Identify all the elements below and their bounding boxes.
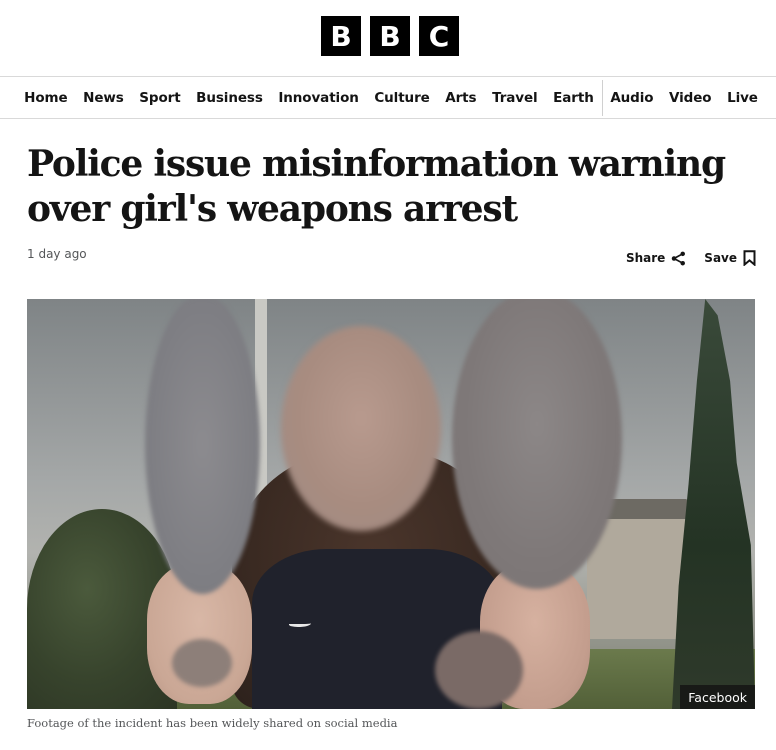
save-label: Save — [704, 251, 737, 265]
article-actions: Share Save — [626, 250, 756, 266]
nav-culture[interactable]: Culture — [367, 90, 438, 106]
nav-video[interactable]: Video — [661, 90, 719, 106]
article-headline: Police issue misinformation warning over… — [27, 143, 726, 230]
nav-news[interactable]: News — [75, 90, 131, 106]
nav-travel[interactable]: Travel — [484, 90, 545, 106]
bbc-logo[interactable]: B B C — [321, 16, 459, 56]
nav-business[interactable]: Business — [188, 90, 270, 106]
main-nav: Home News Sport Business Innovation Cult… — [0, 76, 776, 119]
logo-letter-b2: B — [370, 16, 410, 56]
nav-arts[interactable]: Arts — [437, 90, 484, 106]
nav-home[interactable]: Home — [16, 90, 75, 106]
nav-audio[interactable]: Audio — [603, 90, 662, 106]
share-label: Share — [625, 251, 666, 265]
article-image[interactable]: Facebook — [27, 299, 755, 709]
logo-letter-c: C — [419, 16, 459, 56]
blurred-object-right — [452, 299, 622, 589]
bookmark-icon — [743, 250, 756, 266]
image-credit: Facebook — [680, 685, 755, 709]
blurred-patch-left — [172, 639, 232, 687]
share-button[interactable]: Share — [626, 251, 686, 266]
save-button[interactable]: Save — [704, 250, 756, 266]
nav-live[interactable]: Live — [719, 90, 765, 106]
image-house — [587, 519, 687, 639]
blurred-face — [281, 326, 441, 531]
nav-innovation[interactable]: Innovation — [271, 90, 367, 106]
article-timestamp: 1 day ago — [27, 247, 87, 261]
image-caption: Footage of the incident has been widely … — [27, 716, 398, 730]
share-icon — [672, 251, 686, 265]
nav-earth[interactable]: Earth — [545, 90, 601, 106]
blurred-patch-right — [435, 631, 523, 709]
logo-letter-b1: B — [321, 16, 361, 56]
nav-sport[interactable]: Sport — [131, 90, 188, 106]
blurred-object-left — [145, 299, 260, 594]
